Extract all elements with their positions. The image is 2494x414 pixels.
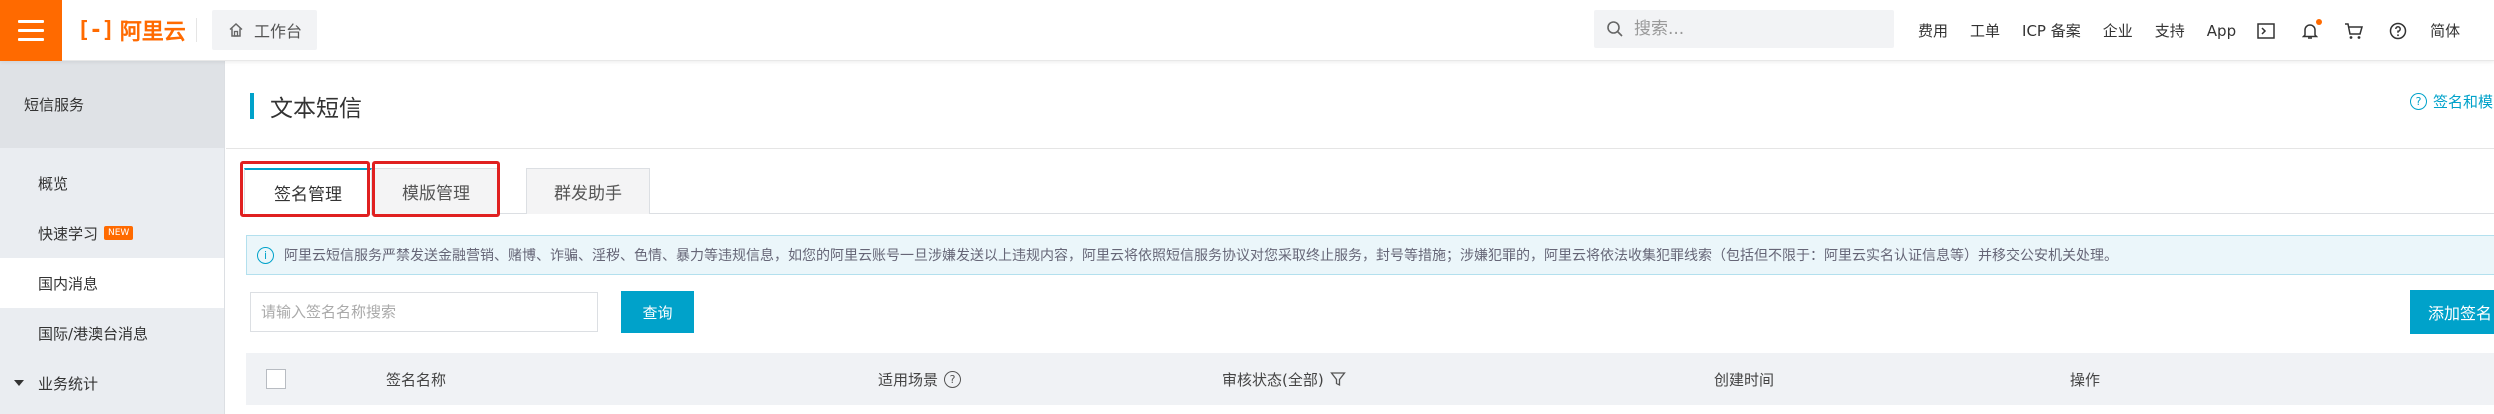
sidebar-item-overview[interactable]: 概览 — [0, 158, 224, 208]
help-icon[interactable] — [2388, 21, 2408, 41]
menu-icon-line — [18, 20, 44, 23]
workbench-button[interactable]: 工作台 — [212, 10, 317, 50]
bell-icon[interactable] — [2300, 18, 2323, 41]
sidebar: 短信服务 概览 快速学习 NEW 国内消息 国际/港澳台消息 业务统计 — [0, 61, 225, 414]
column-header-actions: 操作 — [2070, 369, 2100, 390]
page-title: 文本短信 — [270, 96, 362, 122]
tab-template-management[interactable]: 模版管理 — [374, 168, 498, 214]
nav-link-app[interactable]: App — [2207, 22, 2236, 40]
notification-dot — [2316, 18, 2323, 25]
alert-text: 阿里云短信服务严禁发送金融营销、赌博、诈骗、淫秽、色情、暴力等违规信息，如您的阿… — [284, 248, 2118, 264]
add-signature-button[interactable]: 添加签名 — [2410, 290, 2494, 334]
menu-icon-line — [18, 38, 44, 41]
cloud-shell-icon[interactable] — [2256, 21, 2276, 41]
nav-link-support[interactable]: 支持 — [2155, 20, 2185, 41]
sidebar-item-label: 国内消息 — [38, 274, 99, 293]
global-search[interactable] — [1594, 10, 1894, 48]
aliyun-logo[interactable]: [-] 阿里云 — [77, 12, 186, 48]
sidebar-item-domestic-messages[interactable]: 国内消息 — [0, 258, 224, 308]
search-input[interactable] — [1634, 19, 1874, 39]
caret-down-icon — [14, 380, 24, 386]
sidebar-item-label: 国际/港澳台消息 — [38, 324, 149, 343]
column-header-signature-name: 签名名称 — [386, 369, 446, 390]
page-header: 文本短信 ? 签名和模 — [226, 61, 2494, 149]
new-badge: NEW — [104, 226, 134, 240]
workbench-label: 工作台 — [254, 22, 303, 41]
table-header: 签名名称 适用场景 ? 审核状态(全部) 创建时间 操作 — [246, 353, 2494, 405]
main-content: 文本短信 ? 签名和模 签名管理 模版管理 群发助手 i 阿里云短信服务严禁发送… — [226, 61, 2494, 414]
column-label: 签名名称 — [386, 370, 447, 389]
logo-text: 阿里云 — [119, 20, 186, 45]
compliance-alert: i 阿里云短信服务严禁发送金融营销、赌博、诈骗、淫秽、色情、暴力等违规信息，如您… — [246, 235, 2494, 275]
divider — [196, 18, 197, 42]
menu-icon-line — [18, 29, 44, 32]
signature-search-input[interactable] — [250, 292, 598, 332]
signature-template-help-link[interactable]: ? 签名和模 — [2410, 91, 2493, 112]
select-all-checkbox[interactable] — [266, 369, 286, 389]
tab-label: 模版管理 — [402, 184, 470, 204]
home-icon — [229, 22, 243, 37]
column-header-review-status[interactable]: 审核状态(全部) — [1222, 369, 1346, 390]
sidebar-item-quick-learn[interactable]: 快速学习 NEW — [0, 208, 224, 258]
help-link-label: 签名和模 — [2433, 93, 2494, 111]
query-button[interactable]: 查询 — [621, 291, 694, 333]
tab-bar: 签名管理 模版管理 群发助手 — [240, 161, 2494, 217]
column-label: 适用场景 — [878, 370, 939, 389]
column-label: 操作 — [2070, 370, 2101, 389]
tab-signature-management[interactable]: 签名管理 — [244, 168, 372, 215]
search-icon — [1607, 21, 1623, 37]
filter-icon[interactable] — [1329, 371, 1346, 387]
tab-label: 签名管理 — [274, 185, 342, 205]
tab-bulk-send-assistant[interactable]: 群发助手 — [526, 168, 650, 214]
top-navigation-bar: [-] 阿里云 工作台 费用 工单 ICP 备案 企业 支持 App — [0, 0, 2494, 61]
sidebar-title: 短信服务 — [0, 61, 224, 148]
nav-link-icp[interactable]: ICP 备案 — [2022, 20, 2081, 41]
sidebar-item-label: 概览 — [38, 174, 69, 193]
language-switch[interactable]: 简体 — [2430, 20, 2460, 41]
nav-link-enterprise[interactable]: 企业 — [2103, 20, 2133, 41]
top-nav-links: 费用 工单 ICP 备案 企业 支持 App 简体 — [1918, 0, 2460, 61]
title-accent-bar — [250, 93, 254, 119]
column-header-created-time: 创建时间 — [1714, 369, 1774, 390]
nav-link-fees[interactable]: 费用 — [1918, 20, 1948, 41]
logo-mark-icon: [-] — [77, 17, 115, 43]
sidebar-item-international-messages[interactable]: 国际/港澳台消息 — [0, 308, 224, 358]
sidebar-item-label: 快速学习 — [38, 224, 99, 243]
column-label: 创建时间 — [1714, 370, 1775, 389]
menu-toggle-button[interactable] — [0, 0, 62, 61]
nav-link-tickets[interactable]: 工单 — [1970, 20, 2000, 41]
question-icon: ? — [2410, 93, 2427, 110]
info-icon: i — [257, 246, 274, 264]
tab-label: 群发助手 — [554, 184, 622, 204]
sidebar-item-label: 业务统计 — [38, 374, 99, 393]
question-icon[interactable]: ? — [944, 370, 962, 388]
sidebar-group-business-stats[interactable]: 业务统计 — [0, 358, 224, 408]
column-header-scenario: 适用场景 ? — [878, 369, 962, 390]
column-label: 审核状态(全部) — [1222, 370, 1324, 389]
cart-icon[interactable] — [2344, 21, 2364, 41]
